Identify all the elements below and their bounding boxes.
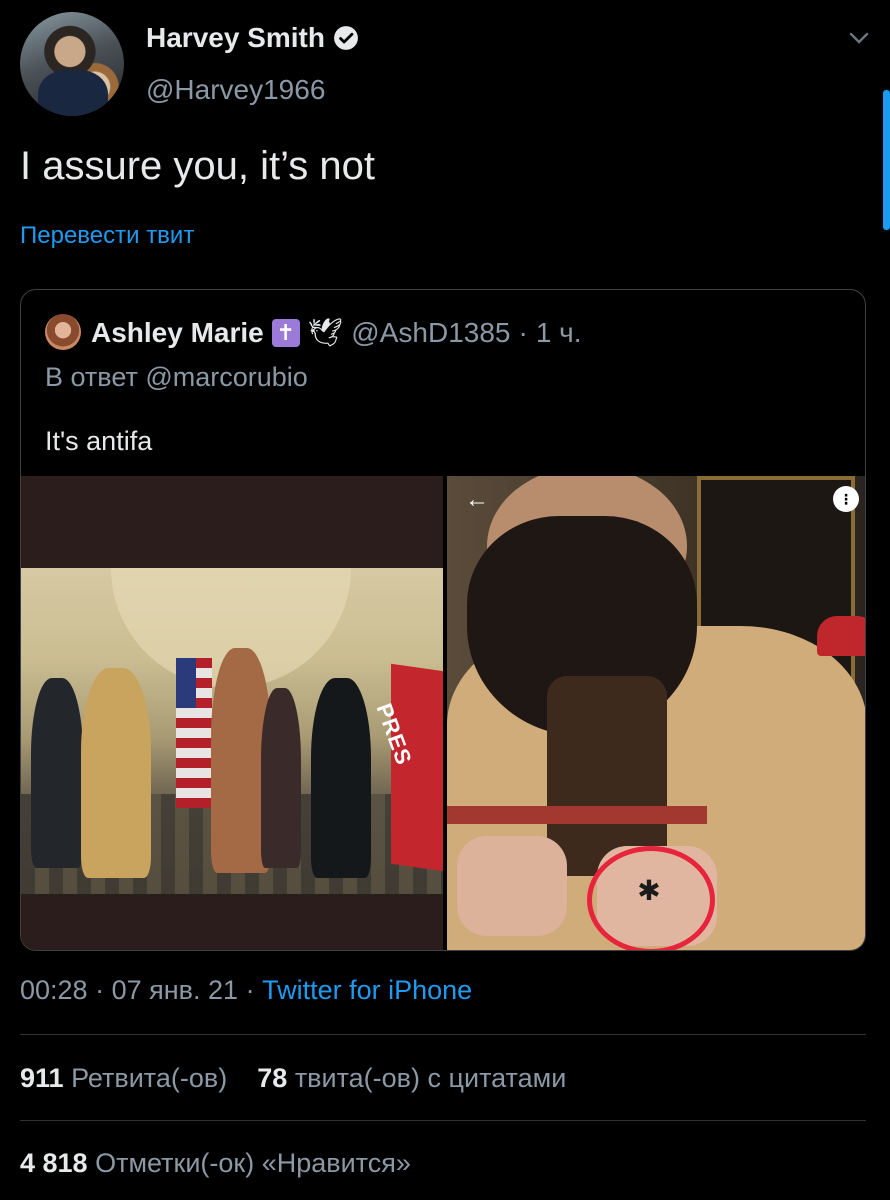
verified-icon bbox=[334, 26, 358, 50]
media-image-right[interactable]: ✱ ← ⋮ bbox=[447, 476, 865, 950]
retweets-label: Ретвита(-ов) bbox=[71, 1063, 228, 1093]
meta-separator: · bbox=[95, 975, 105, 1005]
media-image-left[interactable]: PRES bbox=[21, 476, 443, 950]
chevron-down-icon[interactable] bbox=[848, 30, 870, 46]
retweets-count: 911 bbox=[20, 1063, 64, 1093]
retweets-link[interactable]: 911 Ретвита(-ов) bbox=[20, 1063, 227, 1093]
tweet-header: Harvey Smith @Harvey1966 bbox=[20, 12, 870, 116]
dove-icon: 🕊 bbox=[307, 317, 344, 348]
quotes-link[interactable]: 78 твита(-ов) с цитатами bbox=[257, 1063, 566, 1093]
meta-separator: · bbox=[245, 975, 255, 1005]
flag-shape bbox=[176, 658, 212, 808]
quoted-tweet[interactable]: Ashley Marie ✝ 🕊 @AshD1385 · 1 ч. В отве… bbox=[20, 289, 866, 951]
author-name-row: Harvey Smith bbox=[146, 22, 359, 54]
divider bbox=[20, 1034, 866, 1035]
quoted-handle[interactable]: @AshD1385 bbox=[351, 317, 510, 349]
reply-context: В ответ @marcorubio bbox=[45, 362, 308, 393]
tweet-meta: 00:28 · 07 янв. 21 · Twitter for iPhone bbox=[20, 975, 472, 1006]
cross-icon: ✝ bbox=[271, 318, 300, 347]
quoted-text: It's antifa bbox=[45, 426, 153, 456]
back-arrow-icon: ← bbox=[465, 486, 489, 513]
likes-label: Отметки(-ок) «Нравится» bbox=[95, 1148, 411, 1178]
tweet-time: 00:28 bbox=[20, 975, 88, 1005]
tweet-text: I assure you, it’s not bbox=[20, 144, 375, 188]
translate-tweet-link[interactable]: Перевести твит bbox=[20, 222, 194, 250]
author-avatar[interactable] bbox=[20, 12, 124, 116]
divider bbox=[20, 1120, 866, 1121]
reply-prefix: В ответ bbox=[45, 362, 138, 392]
quotes-count: 78 bbox=[257, 1063, 288, 1093]
likes-link[interactable]: 4 818 Отметки(-ок) «Нравится» bbox=[20, 1148, 411, 1178]
separator-dot: · bbox=[518, 316, 528, 348]
author-handle[interactable]: @Harvey1966 bbox=[146, 74, 325, 106]
reply-mention[interactable]: @marcorubio bbox=[145, 362, 307, 392]
likes-count: 4 818 bbox=[20, 1148, 88, 1178]
quoted-avatar[interactable] bbox=[45, 314, 81, 350]
quoted-display-name[interactable]: Ashley Marie bbox=[91, 317, 264, 349]
more-options-icon: ⋮ bbox=[833, 486, 859, 512]
scrollbar[interactable] bbox=[883, 90, 890, 230]
tweet-date: 07 янв. 21 bbox=[111, 975, 239, 1005]
tweet-source-link[interactable]: Twitter for iPhone bbox=[262, 975, 472, 1005]
retweet-stats-row: 911 Ретвита(-ов) 78 твита(-ов) с цитатам… bbox=[20, 1063, 566, 1094]
capitol-photo: PRES bbox=[21, 568, 443, 894]
author-display-name[interactable]: Harvey Smith bbox=[146, 22, 325, 54]
red-circle-annotation bbox=[587, 846, 715, 950]
quoted-time[interactable]: 1 ч. bbox=[536, 317, 582, 349]
likes-stats-row: 4 818 Отметки(-ок) «Нравится» bbox=[20, 1148, 411, 1179]
quotes-label: твита(-ов) с цитатами bbox=[294, 1063, 567, 1093]
quoted-header: Ashley Marie ✝ 🕊 @AshD1385 · 1 ч. bbox=[91, 316, 582, 349]
